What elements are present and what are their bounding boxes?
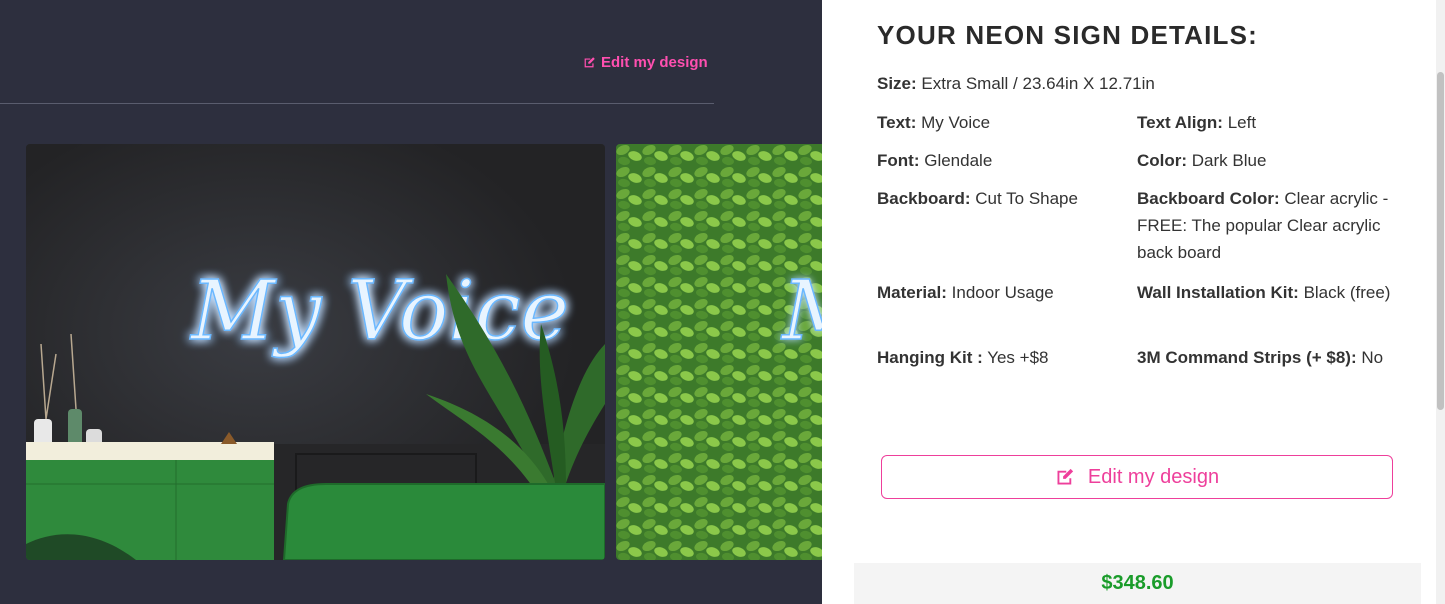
edit-design-link-label: Edit my design bbox=[601, 54, 708, 71]
detail-text: Text: My Voice bbox=[877, 109, 1127, 136]
detail-label: Hanging Kit : bbox=[877, 348, 983, 367]
scrollbar-thumb[interactable] bbox=[1437, 72, 1444, 410]
divider bbox=[0, 103, 714, 104]
detail-command-strips: 3M Command Strips (+ $8): No bbox=[1137, 344, 1407, 371]
room-scene-illustration: My Voice bbox=[26, 144, 605, 560]
detail-label: Color: bbox=[1137, 151, 1188, 170]
detail-label: Text: bbox=[877, 113, 917, 132]
detail-value: Extra Small / 23.64in X 12.71in bbox=[921, 74, 1155, 93]
price-bar: $348.60 bbox=[854, 563, 1421, 604]
detail-label: 3M Command Strips (+ $8): bbox=[1137, 348, 1357, 367]
details-panel: YOUR NEON SIGN DETAILS: Size: Extra Smal… bbox=[822, 0, 1445, 604]
price: $348.60 bbox=[1101, 572, 1174, 594]
detail-color: Color: Dark Blue bbox=[1137, 147, 1407, 174]
detail-value: Cut To Shape bbox=[975, 189, 1078, 208]
detail-label: Text Align: bbox=[1137, 113, 1223, 132]
detail-hanging-kit: Hanging Kit : Yes +$8 bbox=[877, 344, 1127, 371]
detail-label: Backboard Color: bbox=[1137, 189, 1280, 208]
edit-design-link[interactable]: Edit my design bbox=[583, 54, 708, 71]
greenery-wall-illustration: M bbox=[616, 144, 822, 560]
detail-material: Material: Indoor Usage bbox=[877, 279, 1127, 306]
detail-label: Backboard: bbox=[877, 189, 971, 208]
detail-value: No bbox=[1361, 348, 1384, 367]
detail-label: Wall Installation Kit: bbox=[1137, 283, 1299, 302]
panel-title: YOUR NEON SIGN DETAILS: bbox=[877, 20, 1259, 50]
edit-icon bbox=[584, 57, 595, 68]
edit-icon bbox=[1057, 468, 1074, 485]
detail-size: Size: Extra Small / 23.64in X 12.71in bbox=[877, 70, 1417, 97]
detail-value: Left bbox=[1227, 113, 1257, 132]
detail-value: My Voice bbox=[921, 113, 991, 132]
preview-image-room[interactable]: My Voice bbox=[26, 144, 605, 560]
neon-sign-text: My Voice bbox=[189, 264, 569, 359]
detail-value: Glendale bbox=[924, 151, 993, 170]
detail-font: Font: Glendale bbox=[877, 147, 1127, 174]
scrollbar[interactable] bbox=[1436, 0, 1445, 604]
detail-label: Size: bbox=[877, 74, 917, 93]
detail-backboard: Backboard: Cut To Shape bbox=[877, 185, 1127, 212]
detail-text-align: Text Align: Left bbox=[1137, 109, 1407, 136]
detail-value: Indoor Usage bbox=[951, 283, 1054, 302]
detail-value: Dark Blue bbox=[1191, 151, 1267, 170]
detail-label: Material: bbox=[877, 283, 947, 302]
preview-image-greenery[interactable]: M bbox=[616, 144, 822, 560]
neon-sign-text-partial: M bbox=[780, 264, 822, 359]
preview-area: Edit my design My Voice bbox=[0, 0, 822, 604]
edit-design-button-label: Edit my design bbox=[1087, 465, 1220, 488]
detail-value: Black (free) bbox=[1303, 283, 1391, 302]
edit-design-button[interactable]: Edit my design bbox=[881, 455, 1393, 499]
detail-backboard-color: Backboard Color: Clear acrylic - FREE: T… bbox=[1137, 185, 1407, 266]
detail-wall-installation-kit: Wall Installation Kit: Black (free) bbox=[1137, 279, 1407, 306]
detail-label: Font: bbox=[877, 151, 920, 170]
detail-value: Yes +$8 bbox=[987, 348, 1049, 367]
